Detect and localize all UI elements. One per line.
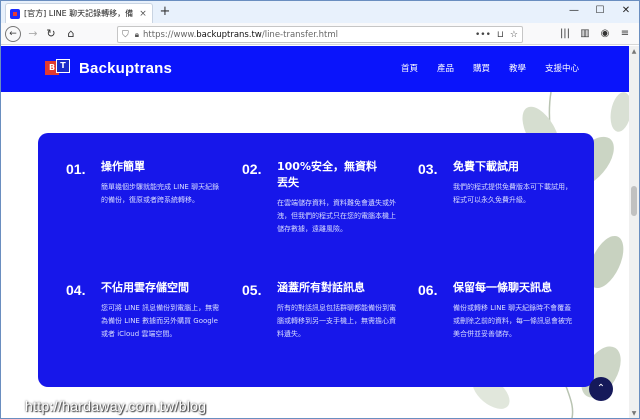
- nav-home[interactable]: 首頁: [401, 62, 418, 76]
- nav-products[interactable]: 產品: [437, 62, 454, 76]
- scrollbar-thumb[interactable]: [631, 186, 637, 216]
- logo-mark-icon: B T: [45, 57, 71, 79]
- page-actions-icon[interactable]: •••: [475, 30, 491, 40]
- nav-buy[interactable]: 購買: [473, 62, 490, 76]
- bookmark-star-icon[interactable]: ☆: [510, 30, 518, 40]
- feature-title: 操作簡單: [101, 160, 145, 173]
- feature-description: 在雲端儲存資料，資料難免會遺失或外洩，但我們的程式只在您的電腦本機上儲存數據，遠…: [277, 199, 396, 233]
- close-window-button[interactable]: ✕: [613, 1, 639, 21]
- account-icon[interactable]: ◉: [597, 26, 613, 42]
- blog-watermark: http://hardaway.com.tw/blog: [25, 398, 207, 414]
- browser-tab[interactable]: [官方] LINE 聊天記錄轉移，備 ×: [5, 3, 153, 23]
- minimize-button[interactable]: —: [561, 1, 587, 21]
- feature-title: 100%安全，無資料丟失: [277, 160, 377, 189]
- url-text[interactable]: https://www.backuptrans.tw/line-transfer…: [143, 30, 469, 40]
- feature-description: 備份或轉移 LINE 聊天紀錄時不會覆蓋或刪除之前的資料，每一條訊息會被完美合併…: [453, 304, 572, 338]
- feature-description: 所有的對話訊息包括群聊都能備份到電腦或轉移到另一支手機上，無需擔心資料遺失。: [277, 304, 396, 338]
- brand-name: Backuptrans: [79, 59, 173, 77]
- features-panel: 01. 操作簡單 簡單幾個步驟就能完成 LINE 聊天紀錄的備份，復原或者跨系統…: [38, 133, 594, 387]
- feature-title: 保留每一條聊天訊息: [453, 281, 552, 294]
- feature-title: 免費下載試用: [453, 160, 519, 173]
- navigation-toolbar: ← → ↻ ⌂ ⛉ 🔒︎ https://www.backuptrans.tw/…: [1, 23, 639, 45]
- new-tab-button[interactable]: +: [157, 3, 173, 21]
- feature-number: 06.: [418, 282, 438, 298]
- forward-arrow-icon[interactable]: →: [25, 26, 41, 42]
- address-bar[interactable]: ⛉ 🔒︎ https://www.backuptrans.tw/line-tra…: [117, 26, 523, 43]
- url-domain: backuptrans.tw: [196, 29, 262, 40]
- scroll-down-arrow-icon[interactable]: ▼: [630, 410, 638, 418]
- sidebar-icon[interactable]: ▥: [577, 26, 593, 42]
- feature-number: 03.: [418, 161, 438, 177]
- site-favicon-icon: [10, 8, 20, 19]
- logo-letter-t: T: [56, 59, 70, 73]
- menu-icon[interactable]: ≡: [617, 26, 633, 42]
- scroll-to-top-button[interactable]: ⌃: [589, 377, 613, 401]
- nav-support[interactable]: 支援中心: [545, 62, 579, 76]
- scroll-up-arrow-icon[interactable]: ▲: [630, 48, 638, 56]
- pocket-icon[interactable]: ⊔: [497, 30, 504, 40]
- tab-title: [官方] LINE 聊天記錄轉移，備: [24, 9, 134, 18]
- nav-tutorials[interactable]: 教學: [509, 62, 526, 76]
- close-tab-icon[interactable]: ×: [138, 9, 148, 19]
- lock-icon[interactable]: 🔒︎: [135, 30, 139, 40]
- library-icon[interactable]: |||: [557, 26, 573, 42]
- back-arrow-icon[interactable]: ←: [5, 26, 21, 42]
- url-path: /line-transfer.html: [261, 29, 338, 40]
- feature-title: 涵蓋所有對話訊息: [277, 281, 365, 294]
- page-viewport: B T Backuptrans 首頁 產品 購買 教學 支援中心 01. 操作簡…: [1, 46, 629, 418]
- browser-window: [官方] LINE 聊天記錄轉移，備 × + — ☐ ✕ ← → ↻ ⌂ ⛉ 🔒…: [0, 0, 640, 419]
- feature-number: 02.: [242, 161, 262, 177]
- tracking-shield-icon[interactable]: ⛉: [122, 30, 129, 40]
- site-logo[interactable]: B T Backuptrans: [45, 57, 172, 79]
- maximize-button[interactable]: ☐: [587, 1, 613, 21]
- feature-description: 我們的程式提供免費版本可下載試用，程式可以永久免費升級。: [453, 183, 572, 204]
- feature-number: 04.: [66, 282, 86, 298]
- feature-number: 01.: [66, 161, 86, 177]
- site-header: B T Backuptrans 首頁 產品 購買 教學 支援中心: [1, 46, 629, 92]
- feature-description: 您可將 LINE 訊息備份到電腦上，無需為備份 LINE 數據而另外購買 Goo…: [101, 304, 220, 338]
- feature-number: 05.: [242, 282, 262, 298]
- tab-bar: [官方] LINE 聊天記錄轉移，備 × + — ☐ ✕: [1, 1, 639, 23]
- page-scrollbar[interactable]: ▲ ▼: [629, 46, 639, 418]
- feature-description: 簡單幾個步驟就能完成 LINE 聊天紀錄的備份，復原或者跨系統轉移。: [101, 183, 220, 204]
- reload-icon[interactable]: ↻: [43, 26, 59, 42]
- feature-title: 不佔用雲存儲空間: [101, 281, 189, 294]
- url-prefix: https://www.: [143, 29, 197, 40]
- home-icon[interactable]: ⌂: [63, 26, 79, 42]
